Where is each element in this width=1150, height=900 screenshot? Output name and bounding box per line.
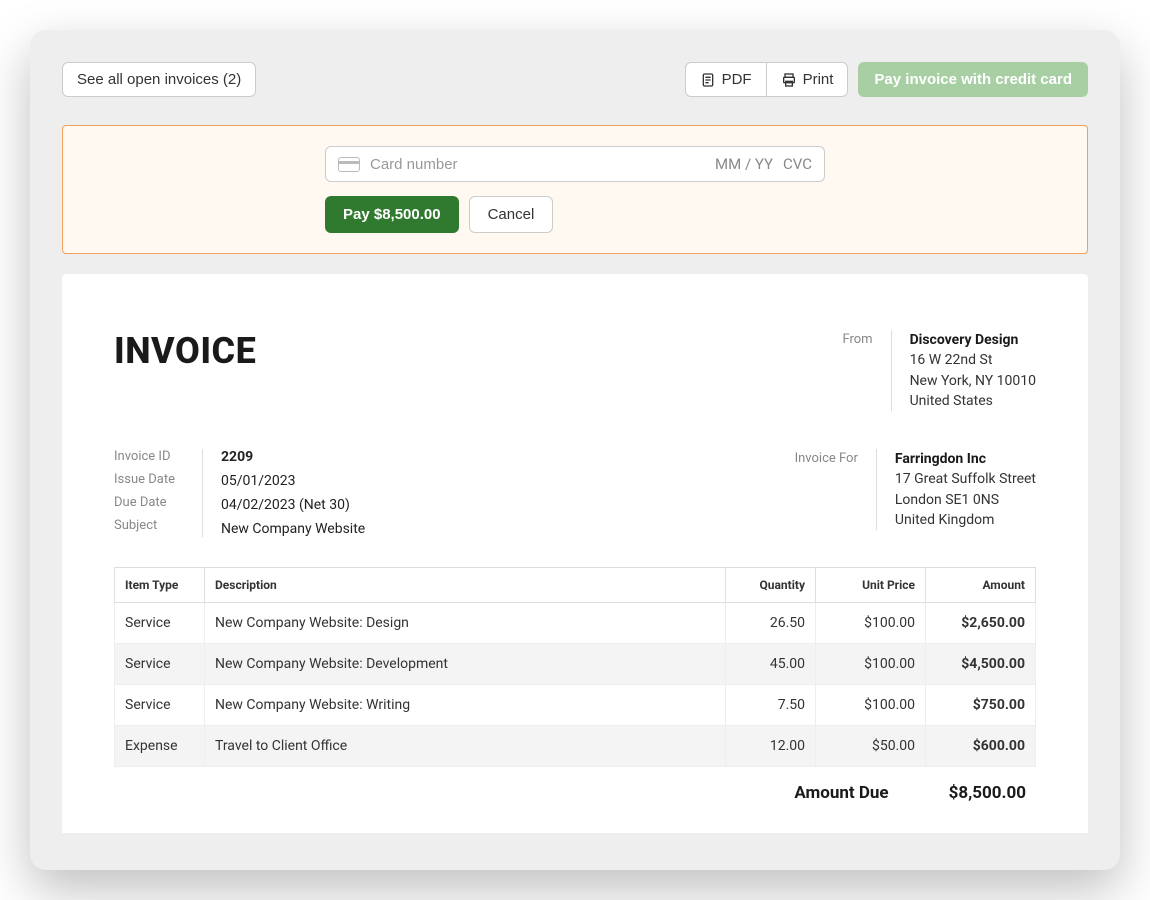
card-cvc-hint: CVC — [783, 155, 812, 173]
cell-quantity: 7.50 — [726, 685, 816, 726]
from-name: Discovery Design — [910, 330, 1036, 350]
cell-quantity: 45.00 — [726, 644, 816, 685]
pdf-label: PDF — [722, 71, 752, 88]
toolbar: See all open invoices (2) PDF Print Pay … — [62, 62, 1088, 97]
col-amount: Amount — [926, 568, 1036, 603]
for-label: Invoice For — [788, 449, 858, 530]
invoice-items-table: Item Type Description Quantity Unit Pric… — [114, 567, 1036, 767]
table-header-row: Item Type Description Quantity Unit Pric… — [115, 568, 1036, 603]
pdf-button[interactable]: PDF — [685, 62, 767, 97]
for-line2: London SE1 0NS — [895, 490, 1036, 510]
card-number-input[interactable] — [370, 156, 705, 173]
cell-type: Service — [115, 685, 205, 726]
totals-row: Amount Due $8,500.00 — [114, 767, 1036, 803]
from-country: United States — [910, 391, 1036, 411]
meta-subject: New Company Website — [221, 521, 365, 537]
meta-label-due: Due Date — [114, 495, 184, 510]
cell-type: Service — [115, 603, 205, 644]
table-row: Service New Company Website: Writing 7.5… — [115, 685, 1036, 726]
cell-unit-price: $100.00 — [816, 603, 926, 644]
cell-amount: $750.00 — [926, 685, 1036, 726]
from-line2: New York, NY 10010 — [910, 371, 1036, 391]
from-address: Discovery Design 16 W 22nd St New York, … — [910, 330, 1036, 411]
document-icon — [700, 72, 716, 88]
cell-unit-price: $50.00 — [816, 726, 926, 767]
for-line1: 17 Great Suffolk Street — [895, 469, 1036, 489]
amount-due-label: Amount Due — [794, 783, 888, 803]
cell-amount: $600.00 — [926, 726, 1036, 767]
cell-description: New Company Website: Design — [205, 603, 726, 644]
open-invoices-button[interactable]: See all open invoices (2) — [62, 62, 256, 97]
table-row: Service New Company Website: Development… — [115, 644, 1036, 685]
invoice-sheet: INVOICE From Discovery Design 16 W 22nd … — [62, 274, 1088, 833]
cell-unit-price: $100.00 — [816, 685, 926, 726]
divider — [202, 449, 203, 537]
invoice-header: INVOICE From Discovery Design 16 W 22nd … — [114, 330, 1036, 411]
card-expiry-hint: MM / YY — [715, 155, 773, 173]
divider — [876, 449, 877, 530]
meta-labels: Invoice ID Issue Date Due Date Subject — [114, 449, 184, 537]
divider — [891, 330, 892, 411]
meta-values: 2209 05/01/2023 04/02/2023 (Net 30) New … — [221, 449, 365, 537]
print-label: Print — [803, 71, 834, 88]
printer-icon — [781, 72, 797, 88]
print-button[interactable]: Print — [767, 62, 849, 97]
for-country: United Kingdom — [895, 510, 1036, 530]
col-type: Item Type — [115, 568, 205, 603]
cell-amount: $4,500.00 — [926, 644, 1036, 685]
cell-amount: $2,650.00 — [926, 603, 1036, 644]
col-unit-price: Unit Price — [816, 568, 926, 603]
meta-label-subject: Subject — [114, 518, 184, 533]
cell-quantity: 12.00 — [726, 726, 816, 767]
for-block: Invoice For Farringdon Inc 17 Great Suff… — [788, 449, 1036, 530]
app-frame: See all open invoices (2) PDF Print Pay … — [30, 30, 1120, 870]
for-address: Farringdon Inc 17 Great Suffolk Street L… — [895, 449, 1036, 530]
credit-card-icon — [338, 157, 360, 172]
pay-invoice-button[interactable]: Pay invoice with credit card — [858, 62, 1088, 97]
meta-issue: 05/01/2023 — [221, 473, 365, 489]
cell-unit-price: $100.00 — [816, 644, 926, 685]
table-row: Expense Travel to Client Office 12.00 $5… — [115, 726, 1036, 767]
export-button-group: PDF Print — [685, 62, 849, 97]
payment-panel: MM / YY CVC Pay $8,500.00 Cancel — [62, 125, 1088, 254]
cell-description: New Company Website: Writing — [205, 685, 726, 726]
from-block: From Discovery Design 16 W 22nd St New Y… — [803, 330, 1036, 411]
table-row: Service New Company Website: Design 26.5… — [115, 603, 1036, 644]
from-line1: 16 W 22nd St — [910, 350, 1036, 370]
meta-left: Invoice ID Issue Date Due Date Subject 2… — [114, 449, 365, 537]
meta-id: 2209 — [221, 449, 365, 465]
meta-label-id: Invoice ID — [114, 449, 184, 464]
cell-type: Expense — [115, 726, 205, 767]
invoice-meta-row: Invoice ID Issue Date Due Date Subject 2… — [114, 449, 1036, 537]
confirm-pay-button[interactable]: Pay $8,500.00 — [325, 196, 459, 233]
from-label: From — [803, 330, 873, 411]
cell-description: Travel to Client Office — [205, 726, 726, 767]
for-name: Farringdon Inc — [895, 449, 1036, 469]
amount-due-value: $8,500.00 — [949, 783, 1026, 803]
meta-due: 04/02/2023 (Net 30) — [221, 497, 365, 513]
card-input-group[interactable]: MM / YY CVC — [325, 146, 825, 182]
cell-type: Service — [115, 644, 205, 685]
meta-label-issue: Issue Date — [114, 472, 184, 487]
col-description: Description — [205, 568, 726, 603]
cell-quantity: 26.50 — [726, 603, 816, 644]
cell-description: New Company Website: Development — [205, 644, 726, 685]
invoice-title: INVOICE — [114, 330, 256, 372]
cancel-button[interactable]: Cancel — [469, 196, 554, 233]
col-quantity: Quantity — [726, 568, 816, 603]
